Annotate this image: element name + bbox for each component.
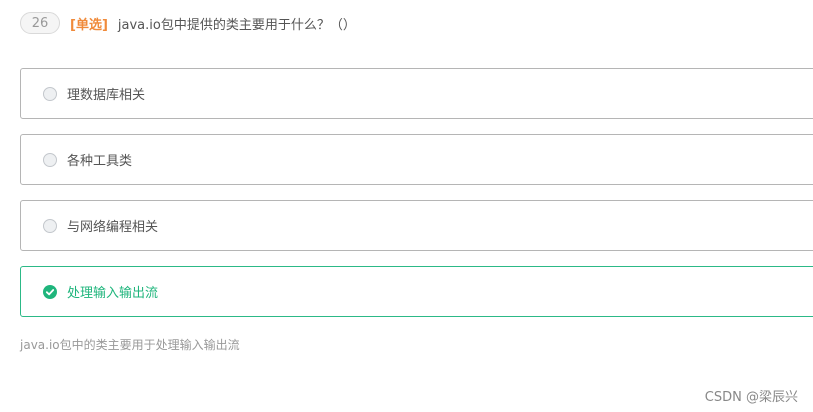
- option-label: 与网络编程相关: [67, 220, 159, 235]
- question-number-badge: 26: [20, 12, 60, 34]
- question-text: java.io包中提供的类主要用于什么？（）: [117, 17, 356, 33]
- option-label: 理数据库相关: [67, 88, 146, 103]
- option-a[interactable]: 理数据库相关: [20, 68, 813, 119]
- radio-unchecked-icon[interactable]: [43, 86, 57, 101]
- radio-checked-icon[interactable]: [43, 284, 57, 299]
- answer-options: 理数据库相关 各种工具类 与网络编程相关 处理输入输出流: [20, 68, 813, 332]
- checkmark-icon: [45, 288, 55, 295]
- question-type-label: [单选]: [70, 17, 108, 33]
- question-page: 26 [单选] java.io包中提供的类主要用于什么？（） 理数据库相关 各种…: [0, 0, 813, 412]
- radio-unchecked-icon[interactable]: [43, 218, 57, 233]
- option-c[interactable]: 与网络编程相关: [20, 200, 813, 251]
- option-label: 处理输入输出流: [67, 286, 159, 301]
- option-label: 各种工具类: [67, 154, 133, 169]
- question-header: 26 [单选] java.io包中提供的类主要用于什么？（）: [20, 11, 356, 35]
- option-d[interactable]: 处理输入输出流: [20, 266, 813, 317]
- option-b[interactable]: 各种工具类: [20, 134, 813, 185]
- radio-unchecked-icon[interactable]: [43, 152, 57, 167]
- answer-analysis: java.io包中的类主要用于处理输入输出流: [20, 338, 240, 352]
- watermark: CSDN @梁辰兴: [704, 390, 798, 405]
